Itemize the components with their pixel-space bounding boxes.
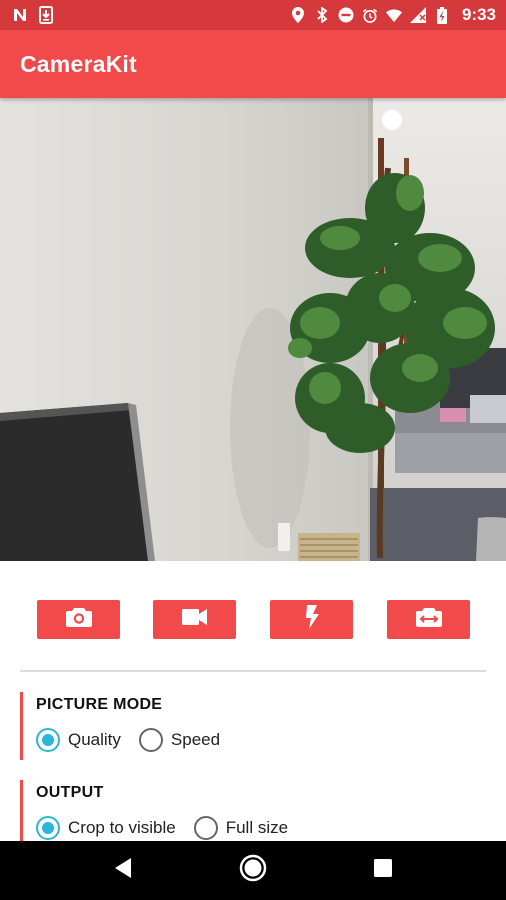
output-section: OUTPUT Crop to visible Full size [20,780,490,841]
switch-camera-icon [415,606,442,633]
section-title-output: OUTPUT [36,784,104,801]
download-icon [38,6,54,24]
radio-label: Crop to visible [68,818,176,837]
location-icon [290,7,306,23]
home-icon[interactable] [239,854,267,887]
status-right-icons: 9:33 [290,5,496,25]
n-notification-icon [12,7,28,23]
wifi-icon [385,7,402,23]
capture-photo-button[interactable] [37,600,120,639]
camera-controls [0,600,506,640]
radio-button-unchecked[interactable] [193,816,218,840]
back-icon[interactable] [113,857,133,884]
flash-toggle-button[interactable] [270,600,353,639]
camera-preview-image [0,98,506,561]
capture-video-button[interactable] [153,600,236,639]
do-not-disturb-icon [338,7,354,23]
flash-icon [304,605,320,634]
battery-charging-icon [434,6,450,24]
output-options: Crop to visible Full size [36,816,490,840]
radio-label: Quality [68,730,121,749]
switch-camera-button[interactable] [387,600,470,639]
picture-mode-section: PICTURE MODE Quality Speed [20,692,490,760]
radio-crop-to-visible[interactable]: Crop to visible [36,816,176,840]
radio-button-unchecked[interactable] [138,728,163,752]
app-bar: CameraKit [0,30,506,98]
alarm-icon [362,7,378,23]
radio-full-size[interactable]: Full size [193,816,289,840]
radio-button-checked[interactable] [36,728,60,752]
no-sim-icon [409,7,426,23]
status-time: 9:33 [461,5,496,24]
recents-icon[interactable] [373,858,393,883]
app-title: CameraKit [20,50,137,77]
divider [20,670,486,672]
camera-preview[interactable] [0,98,506,561]
radio-button-checked[interactable] [36,816,60,840]
status-left-icons [12,6,54,24]
radio-label: Speed [170,730,221,749]
bluetooth-icon [314,7,330,23]
section-title-picture-mode: PICTURE MODE [36,696,163,713]
radio-speed[interactable]: Speed [138,728,221,752]
camera-icon [65,606,92,633]
picture-mode-options: Quality Speed [36,728,490,752]
video-camera-icon [181,608,208,631]
navigation-bar [0,841,506,900]
status-bar: 9:33 [0,0,506,30]
radio-label: Full size [225,818,289,837]
radio-quality[interactable]: Quality [36,728,121,752]
